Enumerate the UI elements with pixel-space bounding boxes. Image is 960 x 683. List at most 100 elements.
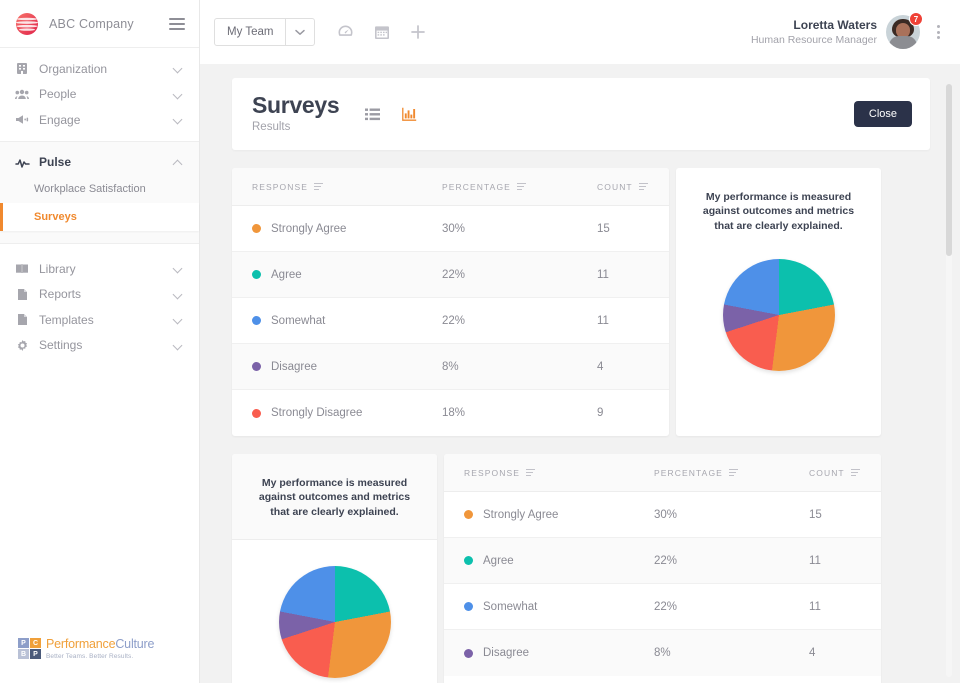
- sidebar-item-label: Engage: [39, 113, 174, 127]
- sidebar-item-organization[interactable]: Organization: [0, 56, 199, 82]
- table-row[interactable]: Somewhat 22% 11: [232, 298, 669, 344]
- main-area: My Team: [200, 0, 960, 683]
- cell-percentage: 22%: [442, 269, 597, 281]
- chevron-down-icon[interactable]: [174, 290, 183, 299]
- sort-icon[interactable]: [851, 469, 860, 476]
- response-color-dot: [464, 602, 473, 611]
- sidebar-item-reports[interactable]: Reports: [0, 282, 199, 308]
- sort-icon[interactable]: [314, 183, 323, 190]
- sidebar-item-engage[interactable]: Engage: [0, 107, 199, 133]
- cell-response: Agree: [271, 269, 302, 281]
- chevron-down-icon[interactable]: [174, 90, 183, 99]
- table-row[interactable]: Agree 22% 11: [232, 252, 669, 298]
- cell-count: 15: [809, 509, 881, 521]
- column-header-percentage[interactable]: PERCENTAGE: [442, 182, 597, 192]
- cell-count: 4: [597, 361, 669, 373]
- pie-chart-wrap: [676, 233, 881, 395]
- calendar-icon[interactable]: [374, 24, 390, 40]
- list-view-icon[interactable]: [365, 108, 380, 121]
- sort-icon[interactable]: [526, 469, 535, 476]
- pie-chart-wrap: [232, 540, 437, 683]
- view-toggle-group: [365, 107, 417, 121]
- vertical-scrollbar[interactable]: [946, 84, 952, 677]
- response-color-dot: [252, 316, 261, 325]
- sidebar-item-label: Pulse: [39, 155, 174, 169]
- hamburger-icon[interactable]: [169, 18, 185, 30]
- table-header-row: RESPONSE PERCENTAGE COUNT: [444, 454, 881, 492]
- pie-chart[interactable]: [279, 566, 391, 678]
- user-block[interactable]: Loretta Waters Human Resource Manager 7: [751, 15, 946, 49]
- sidebar-item-people[interactable]: People: [0, 82, 199, 108]
- avatar[interactable]: 7: [886, 15, 920, 49]
- page-header-panel: Surveys Results: [232, 78, 930, 150]
- plus-icon[interactable]: [410, 24, 426, 40]
- cell-percentage: 30%: [654, 509, 809, 521]
- cell-response: Strongly Disagree: [271, 407, 362, 419]
- column-header-count[interactable]: COUNT: [809, 468, 881, 478]
- nav-group-top: Organization People: [0, 48, 199, 141]
- cell-count: 15: [597, 223, 669, 235]
- sort-icon[interactable]: [729, 469, 738, 476]
- chevron-down-icon[interactable]: [174, 115, 183, 124]
- table-row[interactable]: Strongly Disagree 18% 9: [232, 390, 669, 436]
- response-color-dot: [252, 362, 261, 371]
- sidebar-item-library[interactable]: Library: [0, 256, 199, 282]
- sidebar-item-settings[interactable]: Settings: [0, 333, 199, 359]
- chevron-down-icon[interactable]: [174, 315, 183, 324]
- column-header-percentage[interactable]: PERCENTAGE: [654, 468, 809, 478]
- sidebar-item-templates[interactable]: Templates: [0, 307, 199, 333]
- cell-response: Agree: [483, 555, 514, 567]
- people-icon: [14, 89, 30, 100]
- close-button[interactable]: Close: [854, 101, 912, 127]
- pie-chart-card-2: My performance is measured against outco…: [232, 454, 437, 683]
- cell-percentage: 30%: [442, 223, 597, 235]
- footer-logo-tagline: Better Teams. Better Results.: [46, 654, 154, 661]
- sidebar-item-label: Settings: [39, 338, 174, 352]
- logo-marks-icon: PCBP: [18, 638, 41, 659]
- sidebar-section-pulse: Pulse Workplace Satisfaction Surveys: [0, 141, 199, 245]
- table-row[interactable]: Strongly Agree 30% 15: [444, 492, 881, 538]
- cell-percentage: 22%: [654, 601, 809, 613]
- pie-chart[interactable]: [723, 259, 835, 371]
- scrollbar-thumb[interactable]: [946, 84, 952, 256]
- chevron-up-icon[interactable]: [174, 158, 183, 167]
- column-header-response[interactable]: RESPONSE: [464, 468, 654, 478]
- team-selector-value: My Team: [215, 26, 285, 38]
- table-row[interactable]: Disagree 8% 4: [444, 630, 881, 676]
- response-color-dot: [252, 224, 261, 233]
- cell-count: 11: [597, 315, 669, 327]
- cell-percentage: 8%: [654, 647, 809, 659]
- column-header-response[interactable]: RESPONSE: [252, 182, 442, 192]
- chart-title: My performance is measured against outco…: [676, 168, 881, 233]
- table-row[interactable]: Agree 22% 11: [444, 538, 881, 584]
- chart-view-icon[interactable]: [402, 107, 417, 121]
- page-subtitle: Results: [252, 122, 339, 134]
- response-color-dot: [252, 270, 261, 279]
- kebab-menu-icon[interactable]: [930, 23, 946, 41]
- chart-title: My performance is measured against outco…: [232, 454, 437, 540]
- results-table-1: RESPONSE PERCENTAGE COUNT: [232, 168, 669, 436]
- sort-icon[interactable]: [639, 183, 648, 190]
- table-row[interactable]: Disagree 8% 4: [232, 344, 669, 390]
- notification-badge[interactable]: 7: [909, 12, 923, 26]
- app-root: ABC Company Organization: [0, 0, 960, 683]
- table-row[interactable]: Strongly Agree 30% 15: [232, 206, 669, 252]
- sidebar-subitem-workplace-satisfaction[interactable]: Workplace Satisfaction: [0, 175, 199, 203]
- column-header-count[interactable]: COUNT: [597, 182, 669, 192]
- dashboard-gauge-icon[interactable]: [337, 24, 354, 41]
- team-selector[interactable]: My Team: [214, 18, 315, 46]
- chevron-down-icon[interactable]: [174, 341, 183, 350]
- sort-icon[interactable]: [517, 183, 526, 190]
- chevron-down-icon[interactable]: [174, 264, 183, 273]
- content-scroll-area: Surveys Results: [200, 64, 960, 683]
- cell-count: 11: [809, 555, 881, 567]
- chevron-down-icon[interactable]: [286, 29, 314, 36]
- brand-header: ABC Company: [0, 0, 199, 48]
- results-section-1: RESPONSE PERCENTAGE COUNT: [232, 168, 930, 436]
- table-row[interactable]: Somewhat 22% 11: [444, 584, 881, 630]
- cell-count: 9: [597, 407, 669, 419]
- sidebar-item-pulse[interactable]: Pulse: [0, 150, 199, 176]
- chevron-down-icon[interactable]: [174, 64, 183, 73]
- user-role: Human Resource Manager: [751, 34, 877, 46]
- sidebar-subitem-surveys[interactable]: Surveys: [0, 203, 199, 231]
